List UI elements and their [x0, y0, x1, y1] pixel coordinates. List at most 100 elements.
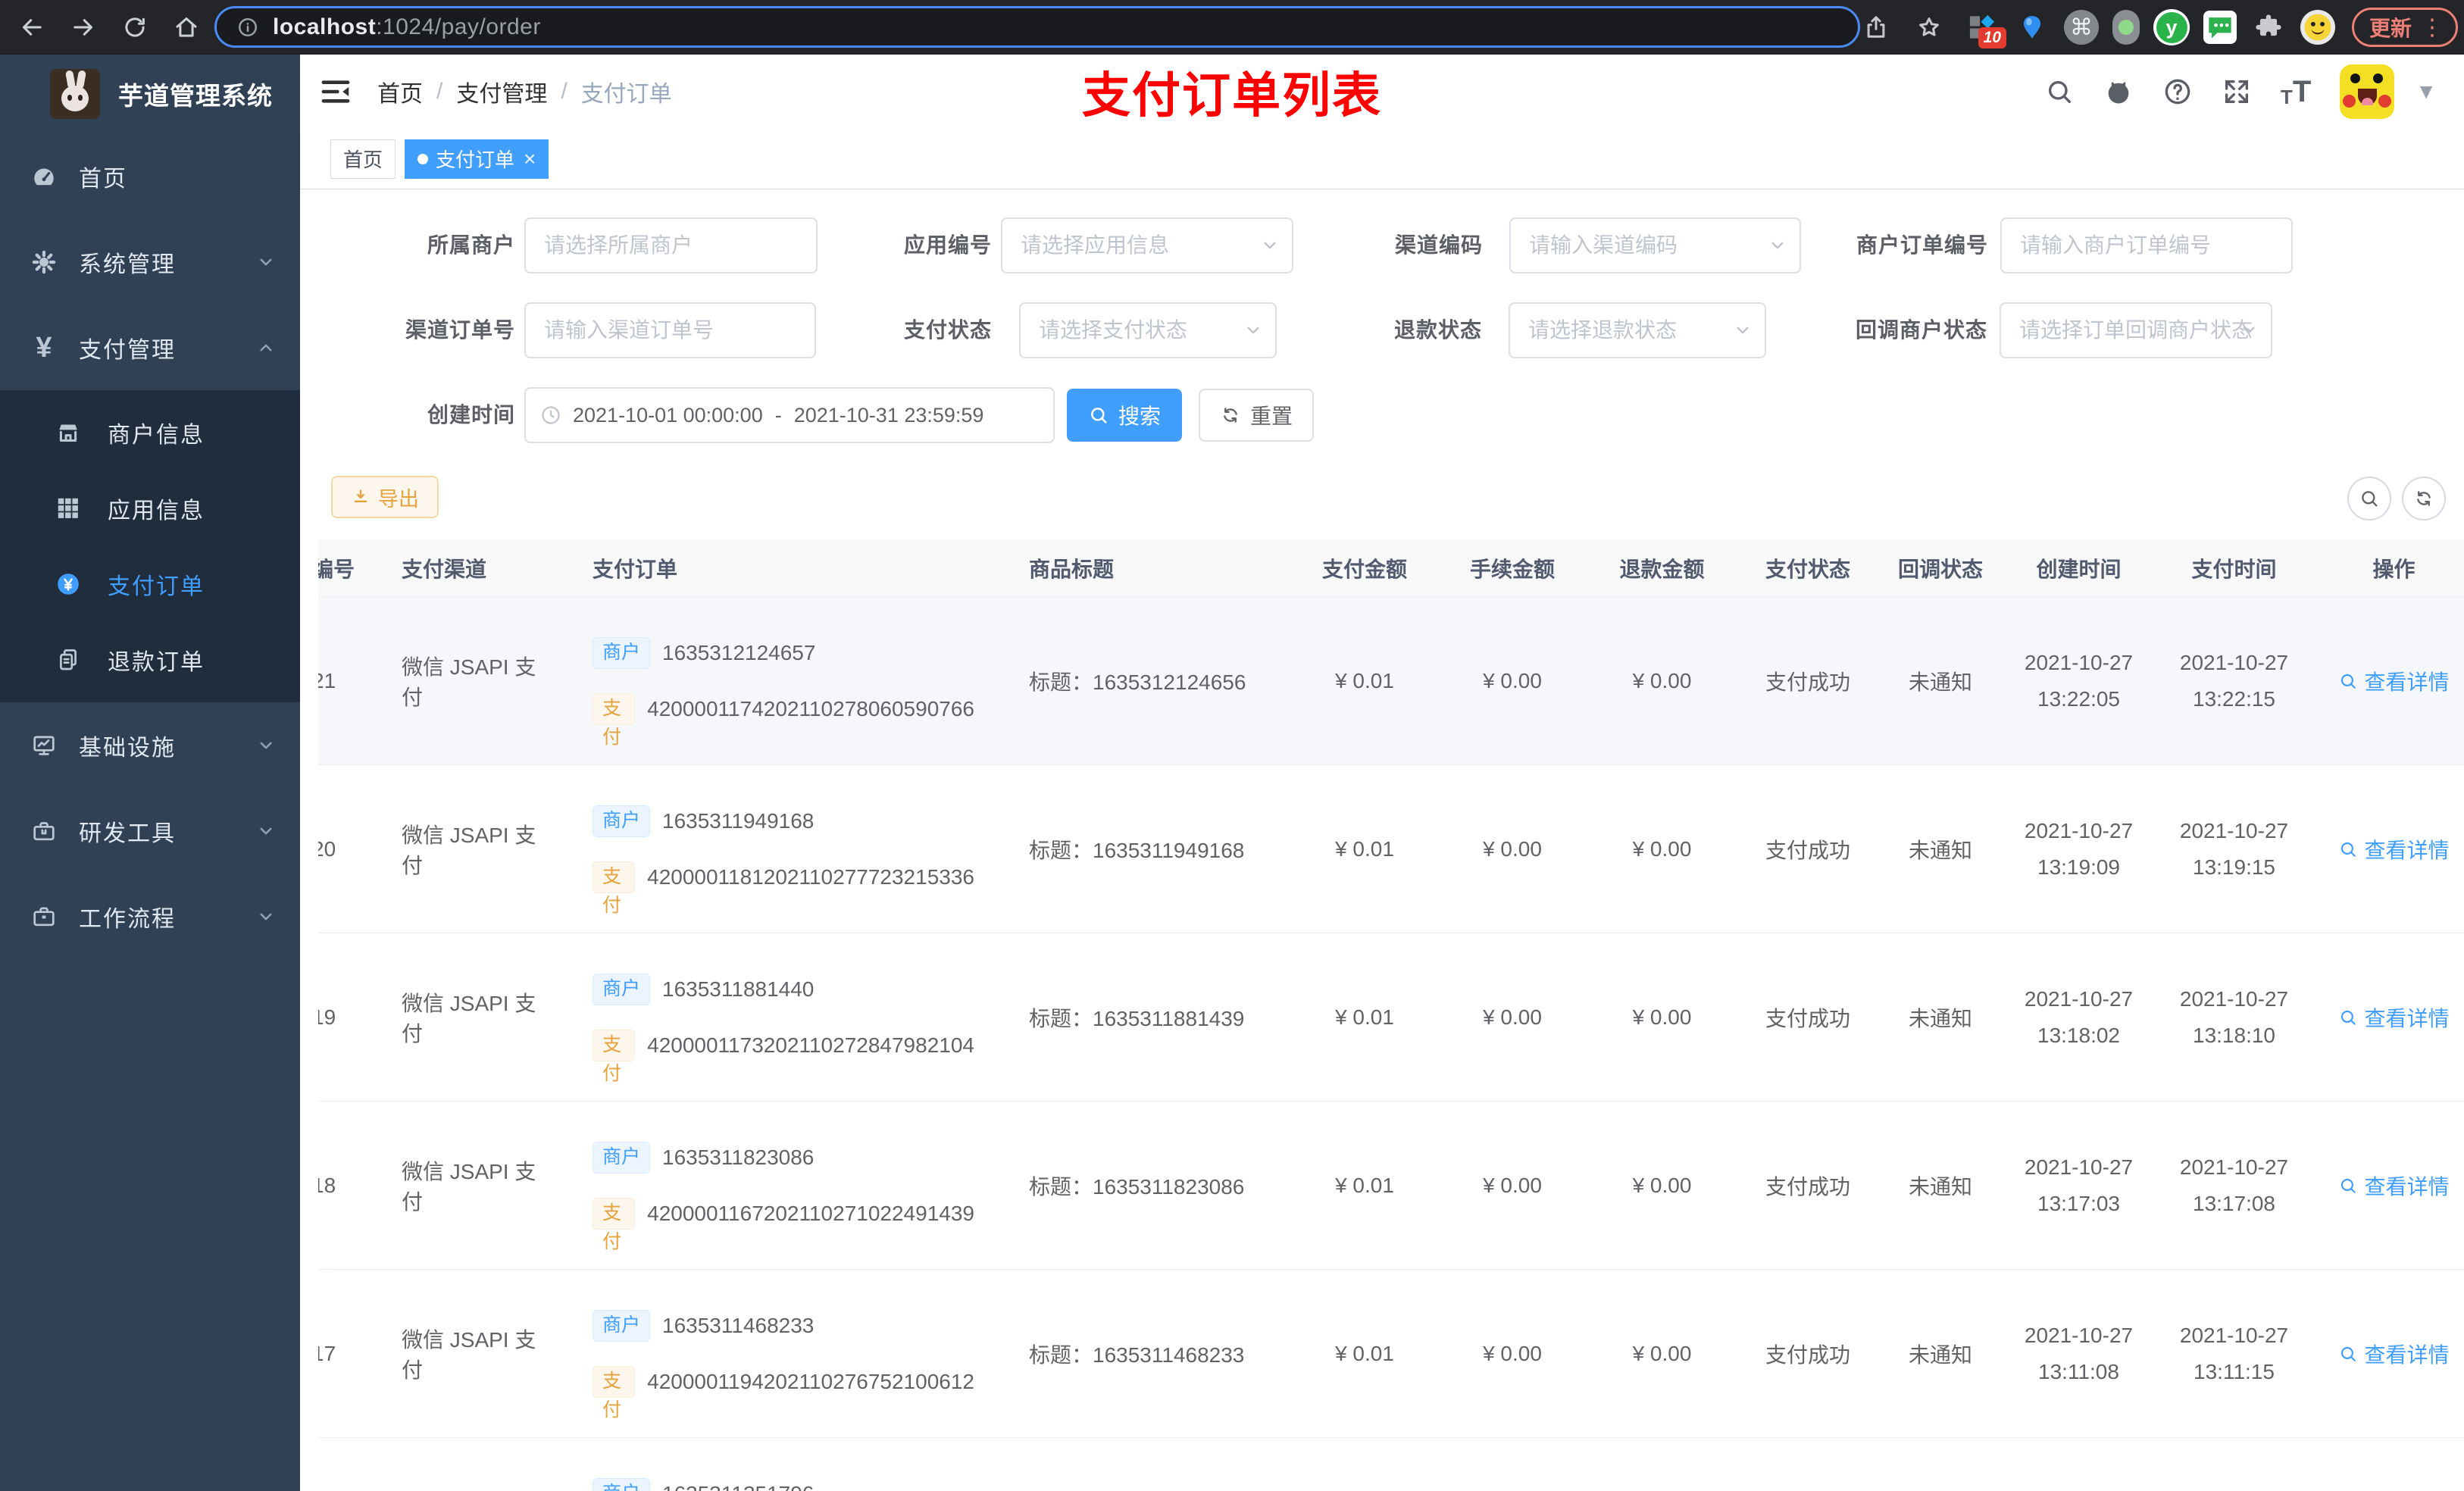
filter-channel-code-select[interactable] — [1509, 217, 1801, 274]
channel-order-no-field[interactable] — [524, 302, 816, 358]
order-line: 商户 1635312124657 — [593, 636, 815, 670]
bookmark-star-icon[interactable] — [1915, 14, 1943, 41]
col-header: 支付渠道 — [402, 557, 487, 581]
filter-label-refund-status: 退款状态 — [1393, 318, 1482, 342]
update-button[interactable]: 更新 ⋮ — [2352, 8, 2459, 47]
sidebar-item-refund-order[interactable]: 退款订单 — [0, 622, 300, 698]
sidebar-item-merchant-info[interactable]: 商户信息 — [0, 395, 300, 470]
cell-pay-time: 2021-10-27 13:11:15 — [2179, 1323, 2289, 1383]
cell-notify-status: 未通知 — [1908, 1174, 1972, 1199]
table-row: 20 微信 JSAPI 支付 商户 1635311949168 支付 4200001181… — [318, 765, 2464, 933]
cell-id: 17 — [318, 1341, 336, 1365]
cell-amount: ¥ 0.01 — [1335, 836, 1394, 861]
tab-payment-order[interactable]: 支付订单 × — [405, 139, 549, 179]
sidebar-item-payment-management[interactable]: ¥ 支付管理 — [0, 305, 300, 390]
extension-grid-icon[interactable]: 10 — [1964, 9, 2006, 48]
filter-channel-order-no-input[interactable] — [524, 302, 816, 358]
fullscreen-icon[interactable] — [2222, 77, 2252, 107]
cell-title: 标题：1635312124656 — [1029, 670, 1246, 694]
hide-search-button[interactable] — [2347, 477, 2391, 520]
breadcrumb-item[interactable]: 首页 — [377, 75, 423, 108]
col-header: 商品标题 — [1029, 557, 1115, 581]
extension-chat-icon[interactable] — [2203, 11, 2237, 44]
cell-amount: ¥ 0.01 — [1335, 1341, 1394, 1365]
filter-app-no-select[interactable] — [1001, 217, 1293, 274]
extension-command-icon[interactable]: ⌘ — [2064, 10, 2099, 45]
cell-refund: ¥ 0.00 — [1632, 836, 1692, 861]
extension-dot-icon[interactable] — [2112, 10, 2140, 45]
table-row: 18 微信 JSAPI 支付 商户 1635311823086 支付 4200001167… — [318, 1102, 2464, 1270]
sidebar-item-payment-order[interactable]: 支付订单 — [0, 546, 300, 622]
search-icon[interactable] — [2044, 77, 2075, 107]
info-icon[interactable] — [236, 16, 259, 39]
filter-merchant-input[interactable] — [524, 217, 818, 274]
view-detail-link[interactable]: 查看详情 — [2338, 666, 2450, 696]
merchant-order-no-field[interactable] — [2000, 217, 2293, 274]
export-button[interactable]: 导出 — [331, 476, 439, 518]
view-detail-link[interactable]: 查看详情 — [2338, 1339, 2450, 1369]
refresh-button[interactable] — [2402, 477, 2446, 520]
cell-pay-status: 支付成功 — [1765, 838, 1850, 862]
logo[interactable]: 芋道管理系统 — [0, 55, 300, 133]
cell-id: 18 — [318, 1173, 336, 1197]
home-icon[interactable] — [173, 14, 200, 41]
back-icon[interactable] — [18, 14, 45, 41]
cell-pay-status: 支付成功 — [1765, 670, 1850, 694]
help-icon[interactable] — [2162, 77, 2193, 107]
navbar: 首页 / 支付管理 / 支付订单 支付订单列表 TT ▼ — [300, 55, 2464, 129]
forward-icon[interactable] — [70, 14, 97, 41]
order-line: 支付 4200001167202110271022491439 — [593, 1197, 974, 1252]
tab-home[interactable]: 首页 — [330, 139, 396, 179]
browser-extensions: 10 ⌘ y — [1964, 0, 2335, 55]
cell-create-time: 2021-10-27 13:17:03 — [2024, 1155, 2134, 1215]
browser-menu-icon[interactable]: ⋮ — [2421, 14, 2444, 41]
cell-channel: 微信 JSAPI 支付 — [402, 655, 536, 709]
channel-code-field[interactable] — [1509, 217, 1801, 274]
view-detail-link[interactable]: 查看详情 — [2338, 1002, 2450, 1033]
sidebar-item-home[interactable]: 首页 — [0, 133, 300, 219]
cell-pay-time: 2021-10-27 13:18:10 — [2179, 986, 2289, 1047]
reset-button[interactable]: 重置 — [1199, 389, 1315, 442]
search-button[interactable]: 搜索 — [1067, 389, 1183, 442]
view-detail-link[interactable]: 查看详情 — [2338, 1171, 2450, 1201]
filter-form: 所属商户 应用编号 渠道编码 商户订单编号渠道订单号 支付状态 退款状态 回调商户状态 创建… — [318, 217, 2293, 472]
sidebar-item-workflow[interactable]: 工作流程 — [0, 874, 300, 959]
sidebar-item-infrastructure[interactable]: 基础设施 — [0, 702, 300, 788]
share-icon[interactable] — [1862, 14, 1890, 41]
chevron-down-icon[interactable]: ▼ — [2416, 80, 2437, 104]
browser-page-actions — [1862, 0, 1943, 55]
url-bar[interactable]: localhost:1024/pay/order — [214, 6, 1860, 48]
notify-status-field[interactable] — [2000, 302, 2272, 358]
merchant-field[interactable] — [524, 217, 818, 274]
reload-icon[interactable] — [121, 14, 149, 41]
view-detail-link[interactable]: 查看详情 — [2338, 834, 2450, 864]
avatar[interactable] — [2340, 64, 2395, 119]
extensions-puzzle-icon[interactable] — [2250, 9, 2287, 45]
date-range-input[interactable]: 2021-10-01 00:00:00-2021-10-31 23:59:59 — [524, 387, 1055, 443]
sidebar-item-dev-tools[interactable]: 研发工具 — [0, 788, 300, 874]
extension-emoji-icon[interactable] — [2300, 10, 2335, 45]
filter-refund-status-select[interactable] — [1509, 302, 1766, 358]
cell-id: 20 — [318, 836, 336, 861]
sidebar-menu: 首页 系统管理 ¥ 支付管理 商户信息 应用信息 支付订单 退款订单 基础设施 研发工具 工作流程 — [0, 133, 300, 959]
tab-label: 首页 — [343, 148, 383, 171]
close-icon[interactable]: × — [522, 148, 536, 170]
hamburger-icon[interactable] — [318, 74, 353, 109]
font-size-icon[interactable]: TT — [2281, 75, 2311, 109]
sidebar-item-system-management[interactable]: 系统管理 — [0, 219, 300, 305]
filter-merchant-order-no-input[interactable] — [2000, 217, 2293, 274]
refund-status-field[interactable] — [1509, 302, 1766, 358]
col-header: 操作 — [2372, 557, 2416, 581]
extension-balloon-icon[interactable] — [2014, 9, 2050, 45]
pay-badge: 支付 — [593, 1029, 636, 1084]
filter-pay-status-select[interactable] — [1019, 302, 1277, 358]
cell — [1736, 1438, 1880, 1491]
pay-status-field[interactable] — [1019, 302, 1277, 358]
github-icon[interactable] — [2103, 77, 2134, 107]
sidebar-item-app-info[interactable]: 应用信息 — [0, 470, 300, 546]
extension-y-icon[interactable]: y — [2153, 9, 2190, 45]
app-no-field[interactable] — [1001, 217, 1293, 274]
filter-notify-status-select[interactable] — [2000, 302, 2272, 358]
order-line: 支付 4200001173202110272847982104 — [593, 1029, 974, 1084]
cell-order-no: 商户 1635312124657 支付 42000011742021102780605… — [550, 597, 974, 764]
